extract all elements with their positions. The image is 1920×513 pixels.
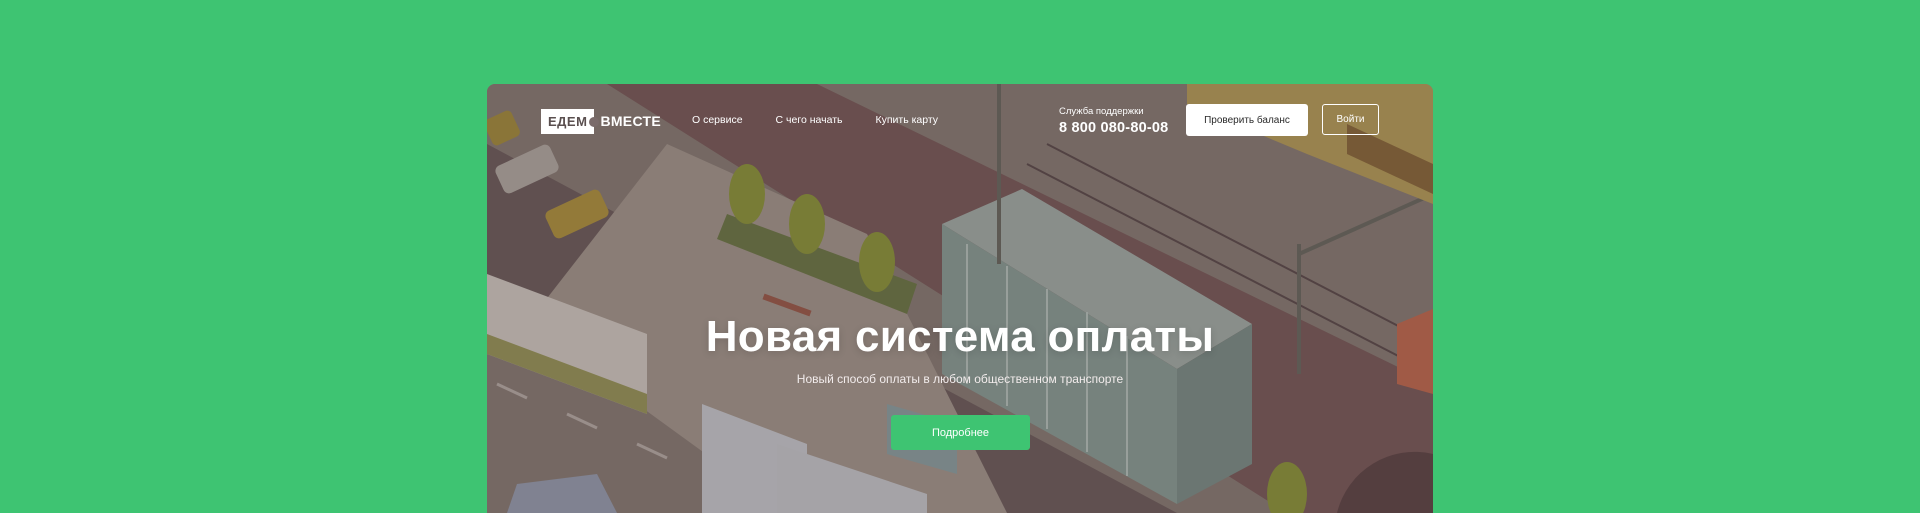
nav-link-buy-card[interactable]: Купить карту — [875, 114, 938, 126]
logo[interactable]: ЕДЕМ ВМЕСТЕ — [541, 108, 661, 134]
more-button[interactable]: Подробнее — [891, 415, 1030, 450]
login-button[interactable]: Войти — [1322, 104, 1379, 135]
nav-link-getting-started[interactable]: С чего начать — [776, 114, 843, 126]
check-balance-button[interactable]: Проверить баланс — [1186, 104, 1308, 136]
logo-mark: ЕДЕМ — [541, 108, 600, 134]
site-header: ЕДЕМ ВМЕСТЕ О сервисе С чего начать Купи… — [487, 84, 1433, 164]
support-phone[interactable]: 8 800 080-80-08 — [1059, 120, 1168, 136]
support-block: Служба поддержки 8 800 080-80-08 — [1059, 106, 1168, 136]
main-nav: О сервисе С чего начать Купить карту — [692, 114, 938, 126]
hero-title: Новая система оплаты — [705, 312, 1215, 361]
logo-text: ВМЕСТЕ — [600, 113, 661, 129]
nav-link-about[interactable]: О сервисе — [692, 114, 743, 126]
hero-card: ЕДЕМ ВМЕСТЕ О сервисе С чего начать Купи… — [487, 84, 1433, 513]
support-label: Служба поддержки — [1059, 106, 1144, 117]
hero-subtitle: Новый способ оплаты в любом общественном… — [796, 372, 1124, 386]
